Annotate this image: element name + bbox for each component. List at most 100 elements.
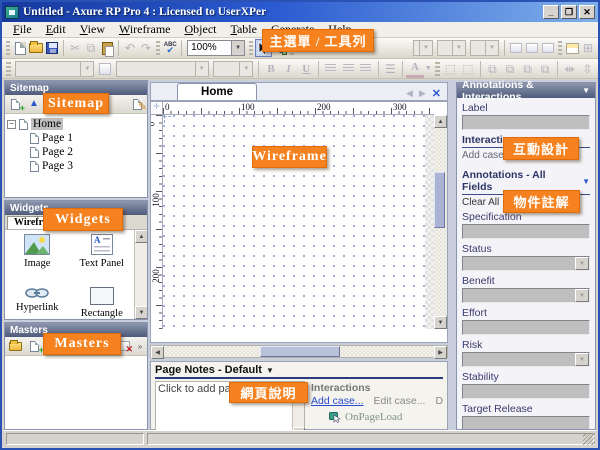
font-grow-icon[interactable] (96, 60, 114, 78)
minimize-button[interactable]: _ (543, 5, 559, 19)
resize-grip[interactable] (583, 433, 595, 445)
tree-item-page2[interactable]: Page 2 (7, 145, 145, 159)
underline-icon[interactable]: U (297, 60, 315, 78)
zoom-value[interactable]: 100% (187, 40, 231, 56)
scroll-right-icon[interactable]: ▶ (434, 346, 447, 359)
distribute-v-icon[interactable]: ⇳ (578, 60, 596, 78)
benefit-select[interactable]: ▼ (462, 288, 590, 303)
move-up-icon[interactable]: ▲ (27, 98, 41, 111)
stability-field[interactable] (462, 384, 590, 399)
toolbar-grip[interactable] (558, 41, 562, 55)
italic-icon[interactable]: I (280, 60, 298, 78)
hscroll-thumb[interactable] (260, 346, 340, 357)
font-color-icon[interactable]: A (406, 60, 424, 78)
edit-case-link[interactable]: Edit case... (374, 395, 426, 407)
effort-field[interactable] (462, 320, 590, 335)
tab-home[interactable]: Home (177, 83, 257, 100)
align-right-icon[interactable] (357, 60, 375, 78)
border-width-dropdown[interactable]: ▼ (437, 40, 466, 56)
font-color-dropdown-icon[interactable]: ▼ (424, 60, 433, 78)
toolbar-grip[interactable] (6, 41, 10, 55)
align-top-icon[interactable] (508, 39, 524, 57)
bold-icon[interactable]: B (262, 60, 280, 78)
toolbar-grip[interactable] (435, 62, 440, 76)
zoom-combo[interactable]: 100% ▼ (187, 40, 245, 56)
toolbar-grip[interactable] (6, 62, 11, 76)
collapse-icon[interactable]: − (7, 120, 16, 129)
scroll-down-icon[interactable]: ▼ (135, 306, 147, 319)
add-case-link[interactable]: Add case... (311, 395, 364, 407)
font-family-dropdown[interactable]: ▼ (15, 61, 95, 77)
toolbar-grip[interactable] (156, 41, 160, 55)
status-select[interactable]: ▼ (462, 256, 590, 271)
canvas-vscrollbar[interactable]: ▲ ▼ (434, 115, 447, 329)
all-fields-dropdown-icon[interactable]: ▼ (582, 177, 590, 186)
tree-item-label[interactable]: Page 2 (42, 146, 73, 158)
onpageload-event[interactable]: OnPageLoad (329, 411, 443, 423)
redo-icon[interactable]: ↷ (138, 39, 154, 57)
widget-text-panel[interactable]: A Text Panel (70, 234, 135, 287)
menu-object[interactable]: Object (177, 22, 223, 37)
arrow-style-dropdown[interactable]: ▼ (470, 40, 499, 56)
page-notes-header[interactable]: Page Notes - Default ▼ (155, 364, 443, 379)
menu-view[interactable]: View (73, 22, 112, 37)
widget-image[interactable]: Image (5, 234, 70, 287)
ungroup-icon[interactable]: ⬚ (459, 60, 477, 78)
table-icon[interactable] (564, 39, 580, 57)
close-button[interactable]: ✕ (579, 5, 595, 19)
tree-item-label[interactable]: Page 3 (42, 160, 73, 172)
bullet-list-icon[interactable]: ☰ (382, 60, 400, 78)
masters-list[interactable] (5, 356, 147, 429)
canvas-hscrollbar[interactable]: ◀ ▶ (150, 345, 448, 358)
tab-next-icon[interactable]: ▶ (419, 88, 426, 99)
undo-icon[interactable]: ↶ (122, 39, 138, 57)
save-icon[interactable] (44, 39, 60, 57)
scroll-left-icon[interactable]: ◀ (151, 346, 164, 359)
menu-wireframe[interactable]: Wireframe (112, 22, 178, 37)
toolbar-grip[interactable] (249, 41, 253, 55)
open-icon[interactable] (28, 39, 44, 57)
tree-item-label[interactable]: Home (31, 118, 63, 130)
scroll-down-icon[interactable]: ▼ (434, 316, 447, 329)
paste-icon[interactable] (99, 39, 115, 57)
copy-icon[interactable]: ⧉ (83, 39, 99, 57)
border-style-dropdown[interactable]: ▼ (413, 40, 434, 56)
open-master-icon[interactable] (8, 340, 22, 353)
add-master-icon[interactable]: + (27, 340, 41, 353)
edit-page-icon[interactable]: ✎ (130, 98, 144, 111)
align-middle-icon[interactable] (524, 39, 540, 57)
spellcheck-icon[interactable]: ABC✔ (162, 39, 178, 57)
menu-file[interactable]: File (6, 22, 39, 37)
add-page-icon[interactable]: + (8, 98, 22, 111)
tab-prev-icon[interactable]: ◀ (406, 88, 413, 99)
font-style-dropdown[interactable]: ▼ (116, 61, 209, 77)
maximize-button[interactable]: ❐ (561, 5, 577, 19)
tree-item-home[interactable]: − Home (7, 117, 145, 131)
widget-rectangle[interactable]: Rectangle (70, 287, 135, 319)
annotations-panel-header[interactable]: Annotations & Interactions▼ (457, 83, 595, 98)
align-bottom-icon[interactable] (540, 39, 556, 57)
risk-select[interactable]: ▼ (462, 352, 590, 367)
tab-close-icon[interactable]: ✕ (432, 87, 441, 100)
group-icon[interactable]: ⬚ (442, 60, 460, 78)
dropdown-icon[interactable]: ▼ (575, 353, 589, 366)
menu-edit[interactable]: Edit (39, 22, 73, 37)
distribute-h-icon[interactable]: ⇹ (561, 60, 579, 78)
cut-icon[interactable]: ✂ (67, 39, 83, 57)
zoom-dropdown-icon[interactable]: ▼ (231, 40, 245, 56)
scroll-up-icon[interactable]: ▲ (434, 115, 447, 128)
tree-item-page3[interactable]: Page 3 (7, 159, 145, 173)
panel-dropdown-icon[interactable]: ▼ (582, 86, 590, 95)
bring-front-icon[interactable]: ⧉ (484, 60, 502, 78)
send-backward-icon[interactable]: ⧉ (536, 60, 554, 78)
font-size-dropdown[interactable]: ▼ (213, 61, 254, 77)
toolbar-overflow-icon[interactable]: » (136, 340, 144, 353)
dropdown-icon[interactable]: ▼ (575, 289, 589, 302)
new-icon[interactable] (12, 39, 28, 57)
menu-table[interactable]: Table (223, 22, 264, 37)
send-back-icon[interactable]: ⧉ (501, 60, 519, 78)
align-left-icon[interactable] (322, 60, 340, 78)
widgets-scrollbar[interactable]: ▲ ▼ (134, 230, 147, 319)
widget-hyperlink[interactable]: Hyperlink (5, 287, 70, 319)
bring-forward-icon[interactable]: ⧉ (519, 60, 537, 78)
